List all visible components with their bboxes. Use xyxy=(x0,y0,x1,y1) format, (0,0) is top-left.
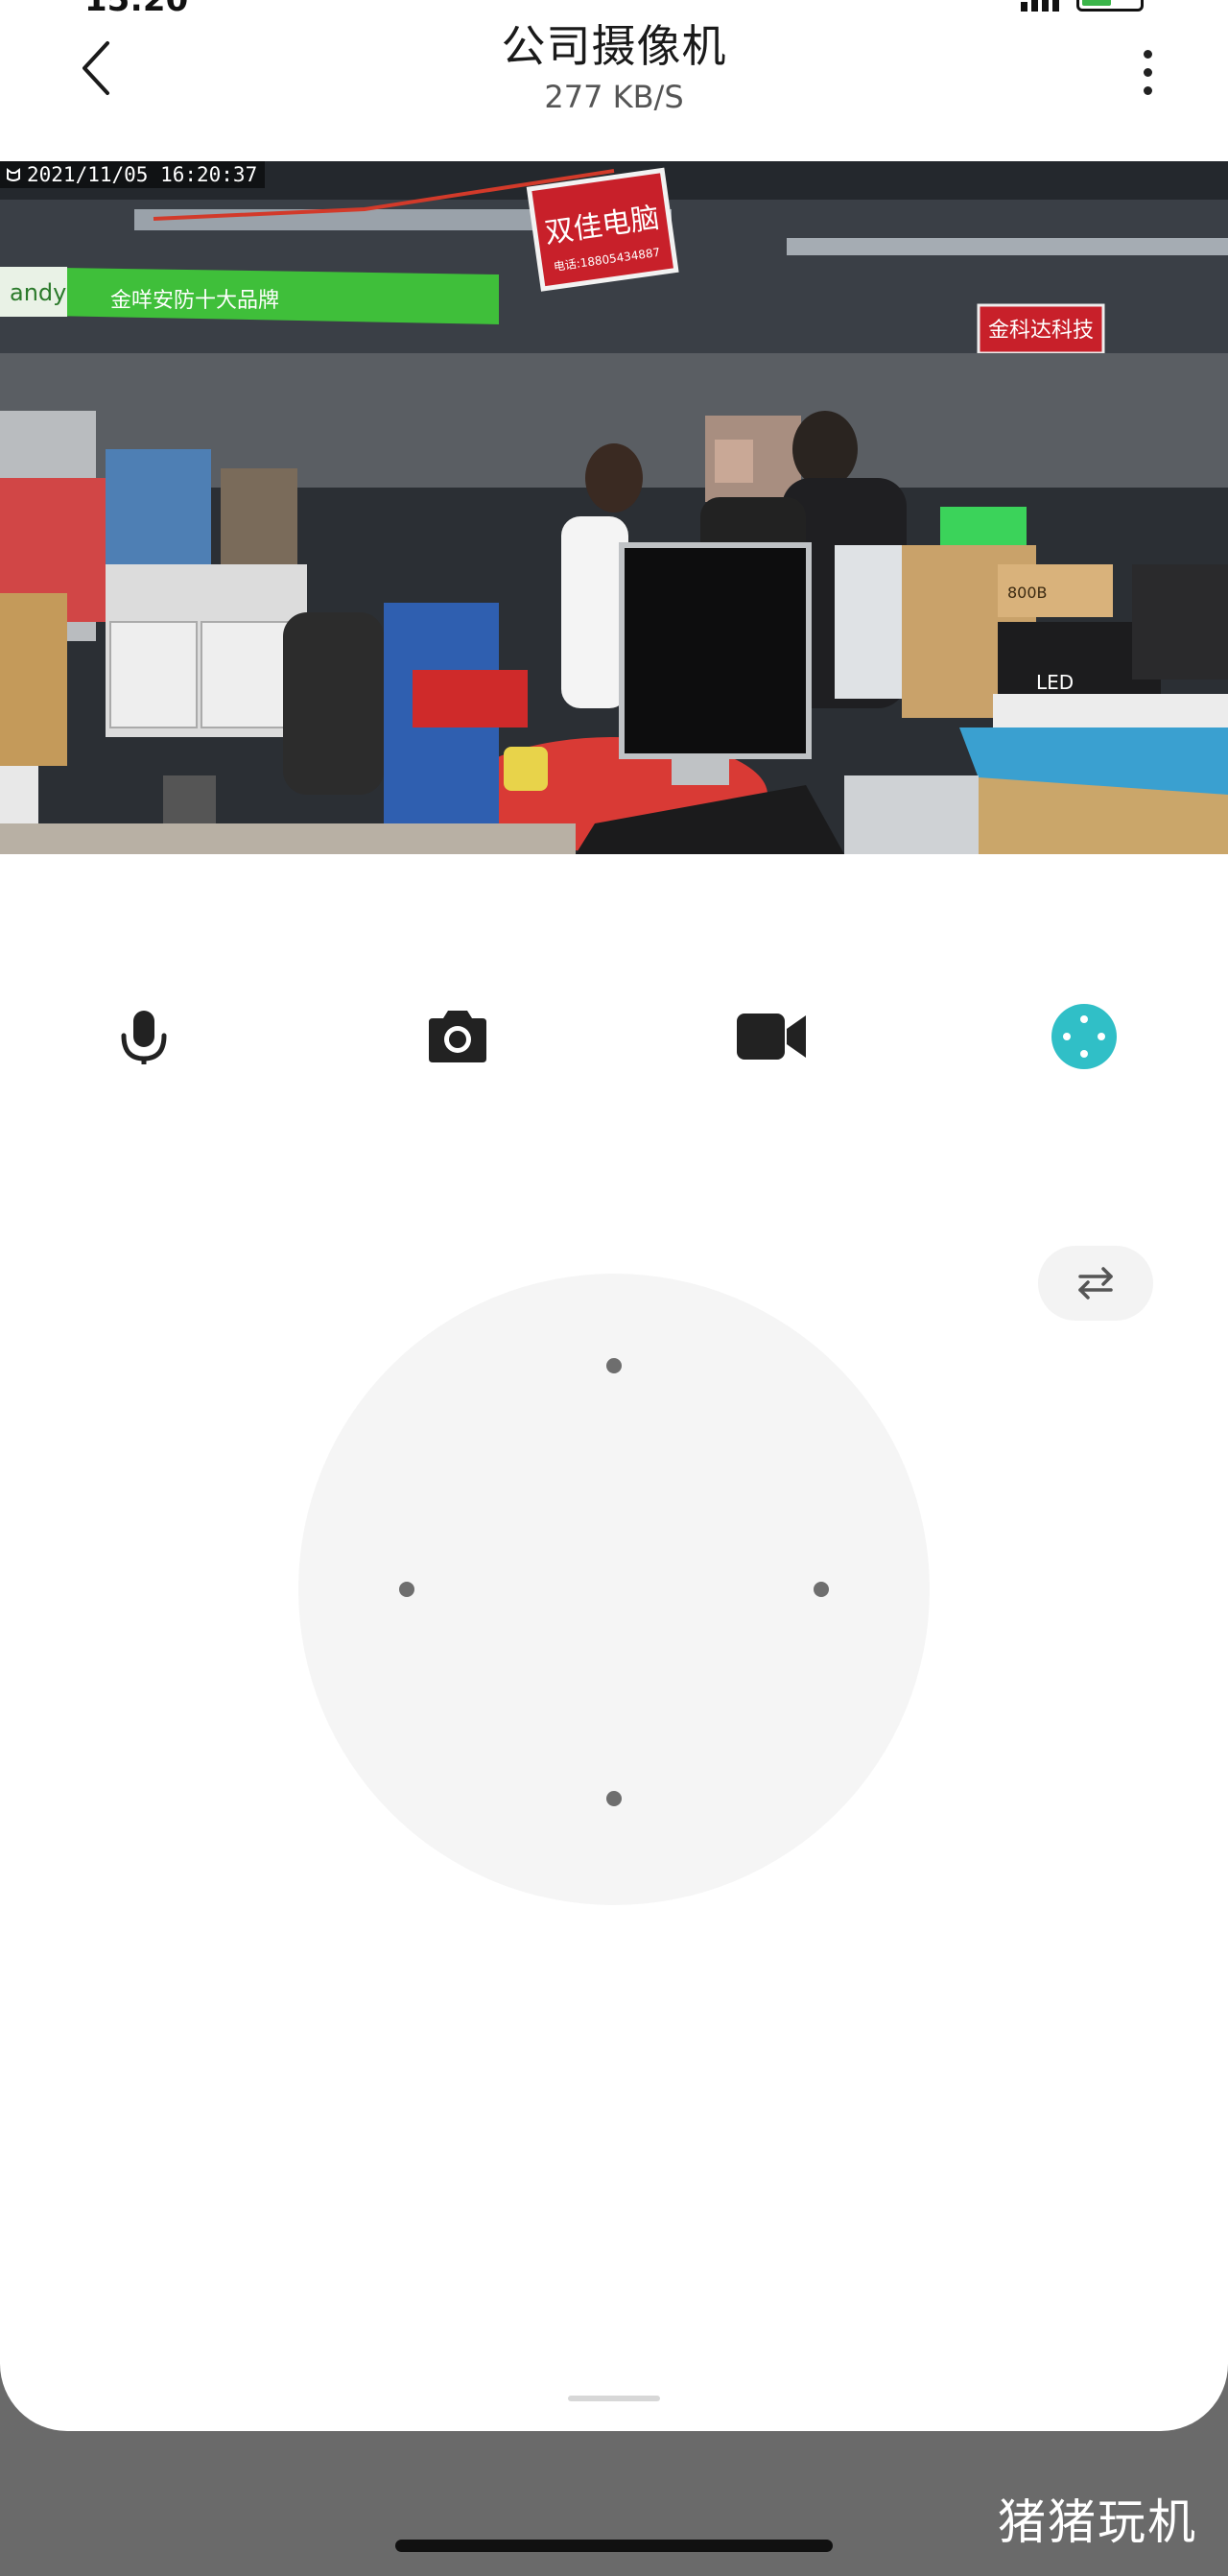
more-vertical-icon xyxy=(1143,49,1152,59)
camera-icon xyxy=(429,1011,486,1062)
ptz-control-icon xyxy=(1051,1004,1117,1069)
signal-icon xyxy=(1021,0,1059,12)
control-toolbar xyxy=(0,998,1228,1075)
dpad-right-dot[interactable] xyxy=(814,1582,829,1597)
dpad-up-dot[interactable] xyxy=(606,1358,622,1373)
camera-video-feed[interactable]: andy 金咩安防十大品牌 双佳电脑 电话:18805434887 金科达科技 xyxy=(0,161,1228,854)
camera-page: 15:20 公司摄像机 277 KB/S andy 金咩安防十大品牌 双佳电脑 … xyxy=(0,0,1228,2431)
video-timestamp: 2021/11/05 16:20:37 xyxy=(0,161,266,188)
switch-view-button[interactable] xyxy=(1038,1246,1153,1321)
svg-text:andy: andy xyxy=(10,279,66,306)
sign-right-text: 金科达科技 xyxy=(988,319,1094,343)
video-camera-icon xyxy=(737,1014,806,1060)
box-led-label: LED xyxy=(1036,671,1074,694)
more-button[interactable] xyxy=(1126,38,1169,106)
microphone-icon xyxy=(121,1011,167,1064)
home-indicator[interactable] xyxy=(395,2540,833,2552)
timestamp-text: 2021/11/05 16:20:37 xyxy=(27,163,258,186)
page-title: 公司摄像机 xyxy=(501,20,727,72)
box-800b-label: 800B xyxy=(1007,584,1048,602)
dpad-down-dot[interactable] xyxy=(606,1791,622,1806)
video-scene: andy 金咩安防十大品牌 双佳电脑 电话:18805434887 金科达科技 xyxy=(0,161,1228,854)
battery-icon xyxy=(1076,0,1144,12)
ptz-joystick[interactable] xyxy=(298,1274,930,1905)
bitrate-label: 277 KB/S xyxy=(544,79,684,115)
microphone-button[interactable] xyxy=(106,998,182,1075)
status-icons xyxy=(1021,0,1144,12)
mi-camera-icon xyxy=(7,168,20,181)
sheet-handle[interactable] xyxy=(568,2396,660,2401)
swap-arrows-icon xyxy=(1078,1267,1113,1300)
snapshot-button[interactable] xyxy=(419,998,496,1075)
ptz-button[interactable] xyxy=(1046,998,1122,1075)
sign-left-text: 金咩安防十大品牌 xyxy=(110,289,279,313)
dpad-left-dot[interactable] xyxy=(399,1582,414,1597)
watermark-text: 猪猪玩机 xyxy=(998,2494,1197,2550)
record-button[interactable] xyxy=(733,998,810,1075)
